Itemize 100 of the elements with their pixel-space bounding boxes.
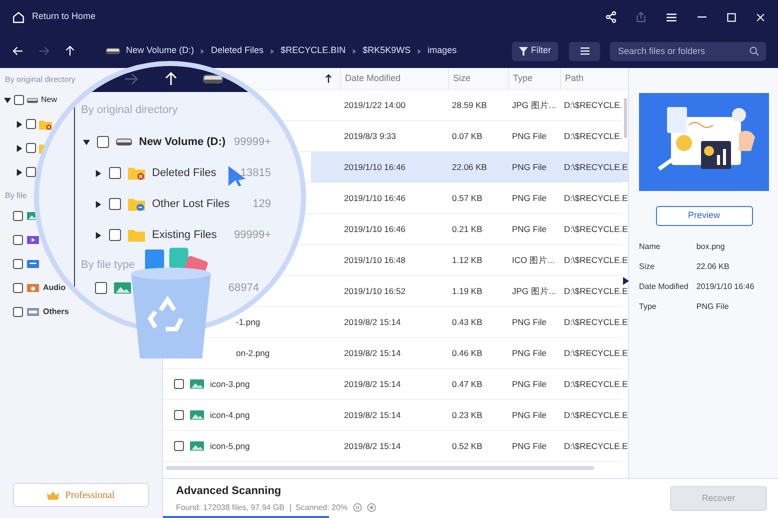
table-row[interactable]: 2019/8/2 15:14 0.47 KB PNG File D:\$RECYCLE.E bbox=[311, 369, 628, 399]
stop-icon[interactable] bbox=[366, 503, 376, 512]
size-cell-text: 0.23 KB bbox=[451, 408, 484, 422]
tree-item-label[interactable]: New bbox=[41, 94, 58, 106]
file-type-label[interactable]: Others bbox=[43, 306, 69, 318]
path-cell-text: D:\$RECYCLE. bbox=[563, 98, 622, 112]
checkbox[interactable] bbox=[174, 379, 184, 389]
checkbox[interactable] bbox=[26, 143, 36, 153]
maximize-icon[interactable] bbox=[726, 12, 737, 22]
chevron-icon bbox=[200, 48, 206, 54]
caret-icon[interactable] bbox=[16, 144, 23, 152]
checkbox[interactable] bbox=[109, 229, 121, 241]
preview-button[interactable]: Preview bbox=[656, 206, 752, 226]
table-row[interactable]: 2019/1/10 16:46 22.06 KB PNG File D:\$RECYCLE.E bbox=[311, 152, 628, 182]
table-row[interactable]: 2019/8/2 15:14 0.23 KB PNG File D:\$RECYCLE.E bbox=[311, 400, 628, 430]
table-row[interactable]: 2019/8/2 15:14 0.46 KB PNG File D:\$RECYCLE.E bbox=[311, 338, 628, 368]
pause-icon[interactable] bbox=[352, 503, 362, 512]
table-row[interactable]: 2019/1/10 16:48 1.12 KB ICO 图片... D:\$RECYCLE.E bbox=[311, 245, 628, 275]
date-cell-text: 2019/1/10 16:46 bbox=[343, 222, 406, 236]
image-file-icon bbox=[114, 281, 131, 295]
table-row[interactable]: 2019/1/10 16:46 0.57 KB PNG File D:\$RECYCLE.E bbox=[311, 183, 628, 213]
up-arrow-icon bbox=[163, 71, 179, 87]
size-cell-text: 0.47 KB bbox=[451, 378, 484, 390]
date-cell-text: 2019/8/2 15:14 bbox=[343, 378, 402, 390]
table-row[interactable]: 2019/1/10 16:46 0.21 KB PNG File D:\$RECYCLE.E bbox=[311, 214, 628, 244]
detail-value: PNG File bbox=[696, 301, 730, 313]
tree-item-label[interactable]: New Volume (D:) bbox=[139, 134, 226, 150]
date-cell-text: 2019/1/22 14:00 bbox=[343, 98, 406, 112]
column-header[interactable]: Type bbox=[508, 68, 560, 89]
search-icon bbox=[749, 46, 759, 56]
checkbox[interactable] bbox=[14, 95, 24, 105]
table-row[interactable]: 2019/8/2 15:14 0.52 KB PNG File D:\$RECYCLE.E bbox=[311, 431, 628, 461]
checkbox[interactable] bbox=[109, 198, 121, 210]
section-label: By original directory bbox=[81, 103, 179, 118]
path-cell-text: D:\$RECYCLE. bbox=[563, 130, 622, 142]
tree-item-label[interactable]: Existing Files bbox=[152, 226, 217, 244]
detail-label: Type bbox=[639, 301, 658, 313]
menu-icon[interactable] bbox=[665, 10, 678, 24]
tree-item-label[interactable]: Deleted Files bbox=[152, 164, 216, 182]
type-cell-text: PNG File bbox=[511, 192, 548, 204]
home-icon[interactable] bbox=[12, 10, 25, 24]
caret-icon[interactable] bbox=[95, 232, 102, 238]
checkbox[interactable] bbox=[26, 119, 36, 129]
crown-icon bbox=[47, 490, 60, 500]
breadcrumb-item[interactable]: New Volume (D:) bbox=[126, 44, 194, 58]
column-header[interactable]: Date Modified bbox=[340, 68, 448, 89]
path-cell-text: D:\$RECYCLE.E bbox=[563, 284, 628, 298]
close-icon[interactable] bbox=[755, 12, 766, 22]
type-cell-text: PNG File bbox=[511, 222, 548, 236]
section-label: By file bbox=[5, 190, 27, 202]
up-arrow-icon[interactable] bbox=[64, 45, 76, 57]
caret-icon[interactable] bbox=[83, 138, 90, 146]
table-row[interactable]: 2019/8/3 9:33 0.07 KB PNG File D:\$RECYCLE. bbox=[311, 121, 622, 151]
tree-item-label[interactable]: Other Lost Files bbox=[152, 196, 230, 212]
file-type-label[interactable]: Audio bbox=[43, 282, 66, 294]
export-icon[interactable] bbox=[635, 11, 647, 23]
detail-value: 2019/1/10 16:46 bbox=[696, 281, 756, 293]
return-home-link[interactable]: Return to Home bbox=[32, 10, 96, 24]
folder-icon bbox=[128, 228, 145, 242]
caret-icon[interactable] bbox=[4, 96, 11, 104]
checkbox[interactable] bbox=[174, 410, 184, 420]
checkbox[interactable] bbox=[174, 441, 184, 451]
checkbox[interactable] bbox=[95, 282, 107, 294]
filter-button[interactable]: Filter bbox=[512, 42, 558, 60]
search-field[interactable]: Search files or folders bbox=[610, 42, 766, 60]
checkbox[interactable] bbox=[13, 211, 23, 221]
back-arrow-icon[interactable] bbox=[12, 45, 24, 57]
sort-arrow-icon[interactable] bbox=[325, 74, 332, 83]
checkbox[interactable] bbox=[13, 307, 23, 317]
breadcrumb-item[interactable]: Deleted Files bbox=[211, 44, 264, 58]
column-header[interactable]: Size bbox=[448, 68, 508, 89]
caret-icon[interactable] bbox=[16, 120, 23, 128]
breadcrumb-item[interactable]: $RECYCLE.BIN bbox=[280, 44, 346, 58]
table-row[interactable]: 2019/8/2 15:14 0.43 KB PNG File D:\$RECYCLE.E bbox=[311, 307, 628, 337]
table-row[interactable]: 2019/1/22 14:00 28.59 KB JPG 图片... D:\$RECYCLE. bbox=[311, 90, 622, 120]
table-row[interactable]: 2019/1/10 16:52 1.19 KB JPG 图片... D:\$RECYCLE.E bbox=[311, 276, 628, 306]
section-label: By original directory bbox=[5, 74, 76, 86]
caret-icon[interactable] bbox=[95, 200, 102, 208]
horizontal-scrollbar[interactable] bbox=[166, 466, 594, 470]
caret-icon[interactable] bbox=[16, 168, 23, 176]
checkbox[interactable] bbox=[97, 136, 109, 148]
checkbox[interactable] bbox=[13, 235, 23, 245]
vertical-scrollbar[interactable] bbox=[624, 98, 627, 138]
checkbox[interactable] bbox=[26, 167, 36, 177]
column-header[interactable]: Path bbox=[560, 68, 626, 89]
image-file-icon bbox=[190, 440, 204, 452]
caret-icon[interactable] bbox=[95, 170, 102, 176]
list-view-button[interactable] bbox=[569, 42, 600, 60]
size-cell-text: 0.21 KB bbox=[451, 222, 484, 236]
drive-icon bbox=[203, 74, 223, 84]
scan-title: Advanced Scanning bbox=[176, 484, 282, 500]
share-icon[interactable] bbox=[605, 11, 617, 23]
other-file-icon bbox=[27, 307, 39, 317]
path-cell-text: D:\$RECYCLE.E bbox=[563, 316, 628, 328]
breadcrumb-item[interactable]: images bbox=[428, 44, 457, 58]
checkbox[interactable] bbox=[13, 259, 23, 269]
checkbox[interactable] bbox=[13, 283, 23, 293]
checkbox[interactable] bbox=[109, 167, 121, 179]
breadcrumb-item[interactable]: $RK5K9WS bbox=[362, 44, 411, 58]
folder-icon bbox=[128, 166, 145, 180]
